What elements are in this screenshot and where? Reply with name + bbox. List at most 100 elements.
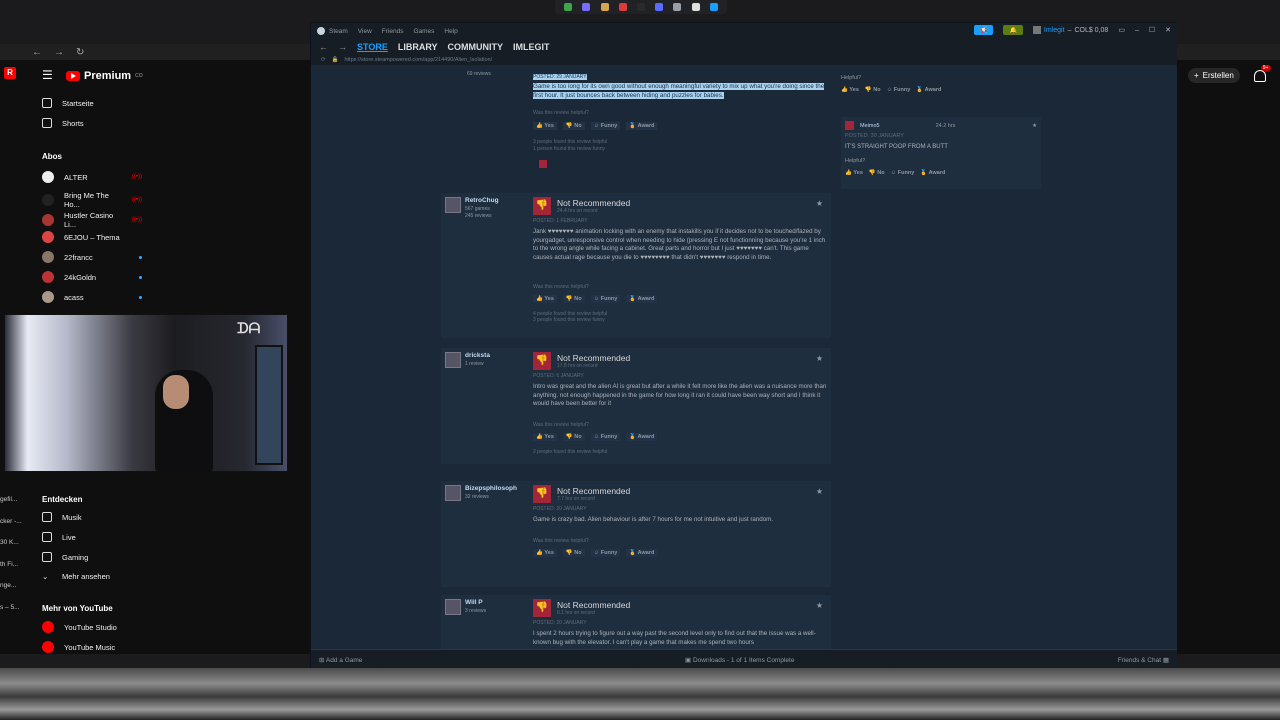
star-icon[interactable]: ★ [816,354,823,363]
award-button[interactable]: 🏅 Award [626,432,658,441]
side-reviewer-name[interactable]: Meimo5 [860,123,880,129]
yes-button[interactable]: 👍 Yes [845,170,863,176]
funny-button[interactable]: ☺ Funny [590,294,621,303]
menu-friends[interactable]: Friends [382,28,404,35]
nav-startseite[interactable]: Startseite [42,98,142,108]
menu-steam[interactable]: Steam [329,28,348,35]
subscription-item[interactable]: 22francc [42,251,142,263]
award-button[interactable]: 🏅 Award [920,170,945,176]
funny-button[interactable]: ☺ Funny [891,170,915,176]
reviewer[interactable]: Will P 3 reviews [445,599,486,615]
bigpicture-icon[interactable]: ▭ [1118,26,1125,34]
forward-arrow-icon[interactable]: → [338,42,347,52]
back-icon[interactable]: ← [32,47,42,58]
menu-view[interactable]: View [358,28,372,35]
funny-button[interactable]: ☺ Funny [590,432,621,441]
reviewer-name[interactable]: RetroChug [465,197,499,204]
subscription-item[interactable]: 6EJOU – Thema [42,231,142,243]
reviewer[interactable]: RetroChug 567 games 245 reviews [445,197,499,219]
add-game-button[interactable]: ⊞ Add a Game [319,656,362,664]
reviewer-name[interactable]: Will P [465,599,486,606]
notifications-button[interactable]: 🔔 [1003,25,1023,35]
taskbar-app-icon[interactable] [636,3,645,11]
subscription-item[interactable]: acass [42,291,142,303]
yes-button[interactable]: 👍 Yes [533,548,557,557]
star-icon[interactable]: ★ [1032,123,1037,129]
explore-live[interactable]: Live [42,532,142,542]
tab-library[interactable]: LIBRARY [398,42,438,52]
reviewer-avatar[interactable] [445,352,461,368]
menu-help[interactable]: Help [444,28,457,35]
award-button[interactable]: 🏅 Award [626,294,658,303]
reviewer[interactable]: dricksta 1 review [445,352,490,368]
explore-more[interactable]: ⌄ Mehr ansehen [42,572,142,581]
reviewer-avatar[interactable] [445,197,461,213]
reload-icon[interactable]: ↻ [76,47,84,58]
subs-heading[interactable]: Abos [42,152,62,161]
taskbar-app-icon[interactable] [691,3,700,11]
reviewer-avatar[interactable] [445,599,461,615]
notifications-bell-icon[interactable]: 9+ [1253,64,1271,82]
subscription-item[interactable]: Bring Me The Ho... ((•)) [42,191,142,209]
notification-count: 9+ [1260,64,1271,71]
yes-button[interactable]: 👍 Yes [533,294,557,303]
youtube-tab-icon[interactable]: R [4,67,16,79]
yes-button[interactable]: 👍 Yes [533,122,557,130]
account-menu[interactable]: Imlegit – COL$ 0,08 [1032,26,1108,34]
star-icon[interactable]: ★ [816,487,823,496]
award-button[interactable]: 🏅 Award [626,548,658,557]
menu-icon[interactable]: ☰ [42,68,53,82]
subscription-item[interactable]: Hustler Casino Li... ((•)) [42,211,142,229]
subscription-item[interactable]: 24kGoldn [42,271,142,283]
explore-gaming[interactable]: Gaming [42,552,142,562]
more-music[interactable]: YouTube Music [42,641,142,653]
taskbar-app-icon[interactable] [564,3,573,11]
forward-icon[interactable]: → [54,47,64,58]
taskbar-app-icon[interactable] [582,3,591,11]
taskbar-app-icon[interactable] [600,3,609,11]
funny-button[interactable]: ☺ Funny [590,548,621,557]
nav-shorts[interactable]: Shorts [42,118,142,128]
downloads-status[interactable]: ▣ Downloads - 1 of 1 Items Complete [685,656,794,664]
award-button[interactable]: 🏅 Award [626,122,658,130]
no-button[interactable]: 👎 No [865,87,881,93]
award-button[interactable]: 🏅 Award [916,87,941,93]
more-studio[interactable]: YouTube Studio [42,621,142,633]
back-arrow-icon[interactable]: ← [319,42,328,52]
star-icon[interactable]: ★ [816,601,823,610]
close-icon[interactable]: ✕ [1165,26,1171,34]
yes-button[interactable]: 👍 Yes [841,87,859,93]
no-button[interactable]: 👎 No [562,432,585,441]
funny-button[interactable]: ☺ Funny [590,122,621,130]
review-text[interactable]: Game is too long for its own good withou… [533,83,829,100]
star-icon[interactable]: ★ [816,199,823,208]
funny-button[interactable]: ☺ Funny [887,87,911,93]
yes-button[interactable]: 👍 Yes [533,432,557,441]
reviewer[interactable]: Bizepsphilosoph 32 reviews [445,485,517,501]
no-button[interactable]: 👎 No [562,548,585,557]
friends-chat-button[interactable]: Friends & Chat ▦ [1118,656,1169,664]
taskbar-app-icon[interactable] [618,3,627,11]
no-button[interactable]: 👎 No [562,294,585,303]
reviewer-avatar[interactable] [445,485,461,501]
reviewer-name[interactable]: Bizepsphilosoph [465,485,517,492]
youtube-logo[interactable]: Premium CO [66,70,143,82]
reviewer-name[interactable]: dricksta [465,352,490,359]
reload-icon[interactable]: ⟳ [321,57,326,63]
taskbar-app-icon[interactable] [655,3,664,11]
url-text[interactable]: https://store.steampowered.com/app/21449… [344,57,492,63]
explore-musik[interactable]: Musik [42,512,142,522]
create-button[interactable]: + Erstellen [1188,68,1240,83]
taskbar-app-icon[interactable] [673,3,682,11]
taskbar-app-icon[interactable] [709,3,718,11]
subscription-item[interactable]: ALTER ((•)) [42,171,142,183]
tab-user[interactable]: IMLEGIT [513,42,550,52]
no-button[interactable]: 👎 No [562,122,585,130]
tab-community[interactable]: COMMUNITY [448,42,504,52]
tab-store[interactable]: STORE [357,42,388,52]
menu-games[interactable]: Games [413,28,434,35]
broadcast-button[interactable]: 📢 [973,25,994,35]
no-button[interactable]: 👎 No [869,170,885,176]
minimize-icon[interactable]: – [1135,27,1139,34]
maximize-icon[interactable]: ☐ [1149,26,1155,34]
